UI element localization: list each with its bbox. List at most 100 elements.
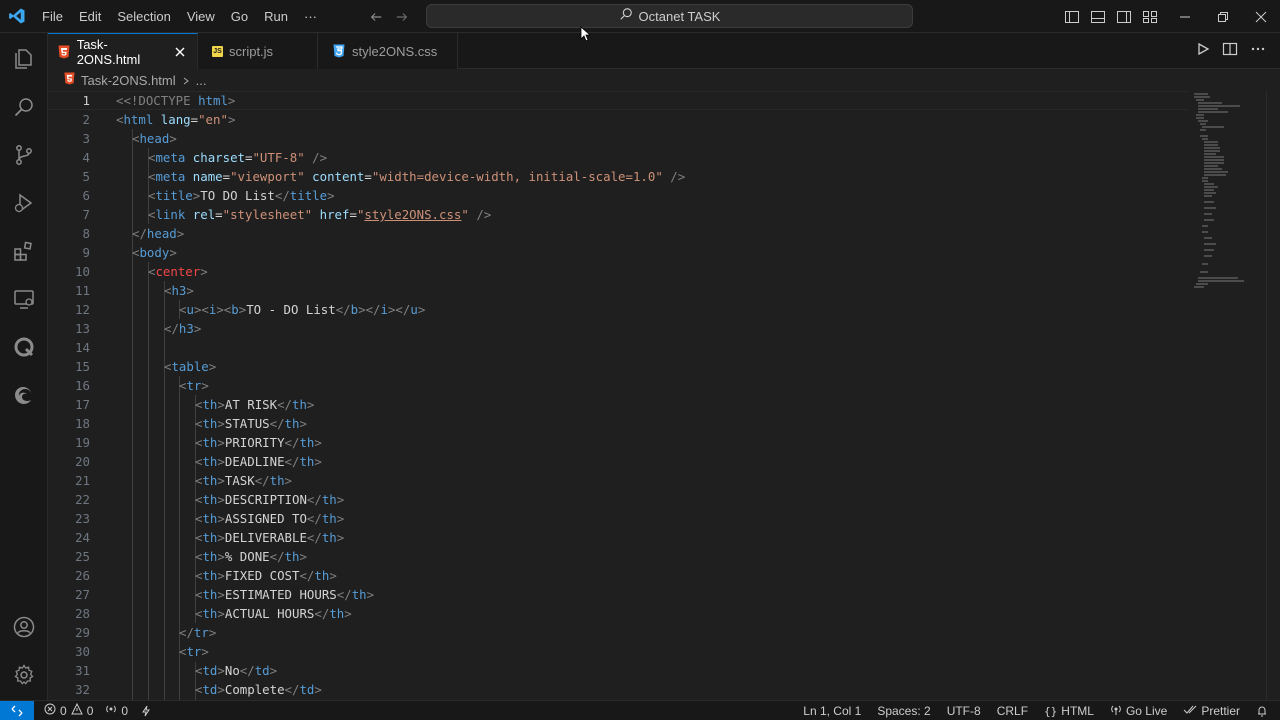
code-line: 26 <th>FIXED COST</th> [75,568,337,583]
menu-more[interactable]: ··· [296,0,325,33]
command-center-search[interactable]: Octanet TASK [426,4,913,28]
code-line: 29 </tr> [75,625,217,640]
tab-label: script.js [229,43,274,59]
vertical-scrollbar[interactable] [1266,91,1280,700]
quokka-icon[interactable] [0,323,48,371]
edge-tools-icon[interactable] [0,371,48,419]
indentation[interactable]: Spaces: 2 [877,704,930,718]
code-line: 32 <td>Complete</td> [75,682,322,697]
toggle-secondary-sidebar-icon[interactable] [1116,9,1132,25]
remote-indicator-icon[interactable] [0,700,34,720]
breadcrumb-more[interactable]: ... [196,73,207,88]
close-tab-icon[interactable] [172,44,187,60]
chevron-right-icon [182,73,190,88]
menu-edit[interactable]: Edit [71,0,109,33]
code-line: 4 <meta charset="UTF-8" /> [82,150,328,165]
cursor-position[interactable]: Ln 1, Col 1 [803,704,861,718]
status-bar: 0 0 0 Ln 1, Col 1 Spaces: 2 UTF-8 CRLF {… [0,700,1280,720]
code-line: 19 <th>PRIORITY</th> [75,435,322,450]
forward-arrow-icon[interactable] [394,9,410,25]
broadcast-icon [1110,704,1122,719]
code-line: 9 <body> [82,245,177,260]
explorer-icon[interactable] [0,35,48,83]
extensions-icon[interactable] [0,227,48,275]
breadcrumb: Task-2ONS.html ... [48,69,1280,91]
code-line: 18 <th>STATUS</th> [75,416,307,431]
tab-style2ons-css[interactable]: style2ONS.css [318,33,458,69]
code-line: 3 <head> [82,131,177,146]
menu-view[interactable]: View [179,0,223,33]
run-and-debug-icon[interactable] [0,179,48,227]
double-check-icon [1183,704,1197,719]
code-line: 13 </h3> [75,321,202,336]
language-mode[interactable]: {} HTML [1044,704,1094,718]
go-live-button[interactable]: Go Live [1110,704,1167,719]
prettier-button[interactable]: Prettier [1183,704,1240,719]
code-line: 21 <th>TASK</th> [75,473,293,488]
code-line: 25 <th>% DONE</th> [75,549,307,564]
tab-label: style2ONS.css [352,43,438,59]
code-line: 31 <td>No</td> [75,663,278,678]
warning-icon [70,702,83,718]
window-controls [1166,0,1280,33]
back-arrow-icon[interactable] [368,9,384,25]
customize-layout-icon[interactable] [1142,9,1158,25]
code-line: 22 <th>DESCRIPTION</th> [75,492,345,507]
more-actions-icon[interactable] [1250,41,1266,62]
code-line: 16 <tr> [75,378,209,393]
code-line: 7 <link rel="stylesheet" href="style2ONS… [82,207,492,222]
ports-indicator[interactable]: 0 [105,703,128,718]
toggle-panel-icon[interactable] [1090,9,1106,25]
menu-go[interactable]: Go [223,0,256,33]
code-line: 28 <th>ACTUAL HOURS</th> [75,606,352,621]
notifications-bell-icon[interactable] [1256,705,1268,717]
editor-tab-bar: Task-2ONS.html JS script.js style2ONS.cs… [48,33,1280,69]
tab-task-2ons-html[interactable]: Task-2ONS.html [48,33,198,69]
code-line: 15 <table> [75,359,217,374]
lightning-icon[interactable] [140,705,152,717]
code-line: 17 <th>AT RISK</th> [75,397,315,412]
html5-icon [64,72,75,88]
code-line: 20 <th>DEADLINE</th> [75,454,322,469]
close-window-icon[interactable] [1242,0,1280,33]
minimize-icon[interactable] [1166,0,1204,33]
code-line: 23 <th>ASSIGNED TO</th> [75,511,345,526]
code-editor[interactable]: 1 <<!DOCTYPE html> 2 <html lang="en"> 3 … [48,91,1280,700]
remote-explorer-icon[interactable] [0,275,48,323]
tab-script-js[interactable]: JS script.js [198,33,318,69]
mouse-cursor-icon [580,26,592,42]
restore-icon[interactable] [1204,0,1242,33]
menu-selection[interactable]: Selection [109,0,178,33]
html5-icon [58,45,71,59]
breadcrumb-file[interactable]: Task-2ONS.html [81,73,176,88]
search-view-icon[interactable] [0,83,48,131]
encoding[interactable]: UTF-8 [947,704,981,718]
error-icon [44,703,56,718]
run-code-icon[interactable] [1196,42,1210,61]
code-line: 30 <tr> [75,644,209,659]
activity-bar [0,33,48,700]
code-line: 2 <html lang="en"> [82,112,236,127]
split-editor-icon[interactable] [1222,41,1238,62]
code-line: 5 <meta name="viewport" content="width=d… [82,169,686,184]
problems-indicator[interactable]: 0 0 [44,702,93,718]
menu-run[interactable]: Run [256,0,296,33]
code-line: 24 <th>DELIVERABLE</th> [75,530,345,545]
broadcast-icon [105,703,117,718]
braces-icon: {} [1044,704,1058,718]
menu-bar: File Edit Selection View Go Run ··· [34,0,325,33]
navigation-arrows [368,0,410,33]
menu-file[interactable]: File [34,0,71,33]
code-line: 12 <u><i><b>TO - DO List</b></i></u> [75,302,426,317]
layout-controls [1064,0,1158,33]
minimap[interactable] [1190,91,1250,311]
settings-gear-icon[interactable] [0,651,48,699]
source-control-icon[interactable] [0,131,48,179]
toggle-primary-sidebar-icon[interactable] [1064,9,1080,25]
css-file-link[interactable]: style2ONS.css [364,207,461,222]
accounts-icon[interactable] [0,603,48,651]
tab-label: Task-2ONS.html [76,36,141,67]
code-line: 11 <h3> [75,283,194,298]
end-of-line[interactable]: CRLF [997,704,1028,718]
css-icon [332,44,346,58]
